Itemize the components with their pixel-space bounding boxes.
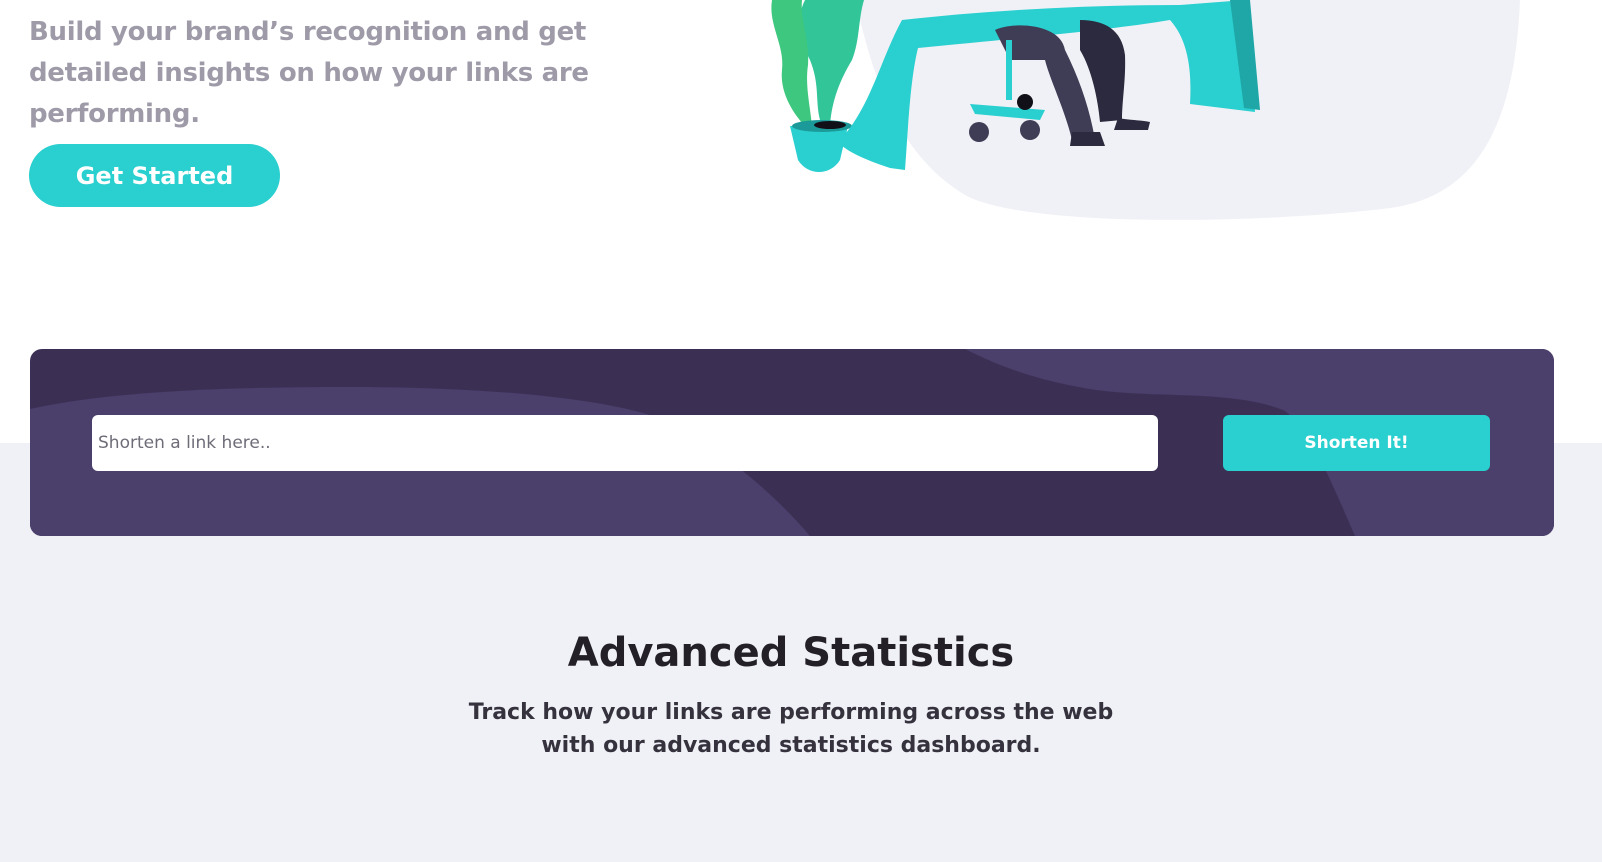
page: Build your brand’s recognition and get d… bbox=[0, 0, 1602, 862]
shorten-form: Shorten It! bbox=[30, 349, 1554, 536]
hero-description: Build your brand’s recognition and get d… bbox=[29, 17, 589, 129]
working-illustration bbox=[771, 0, 1520, 220]
get-started-button[interactable]: Get Started bbox=[29, 144, 280, 207]
section-subtitle: Track how your links are performing acro… bbox=[468, 700, 1114, 758]
section-title: Advanced Statistics bbox=[567, 630, 1015, 676]
shorten-button[interactable]: Shorten It! bbox=[1223, 415, 1490, 471]
link-input[interactable] bbox=[92, 415, 1158, 471]
